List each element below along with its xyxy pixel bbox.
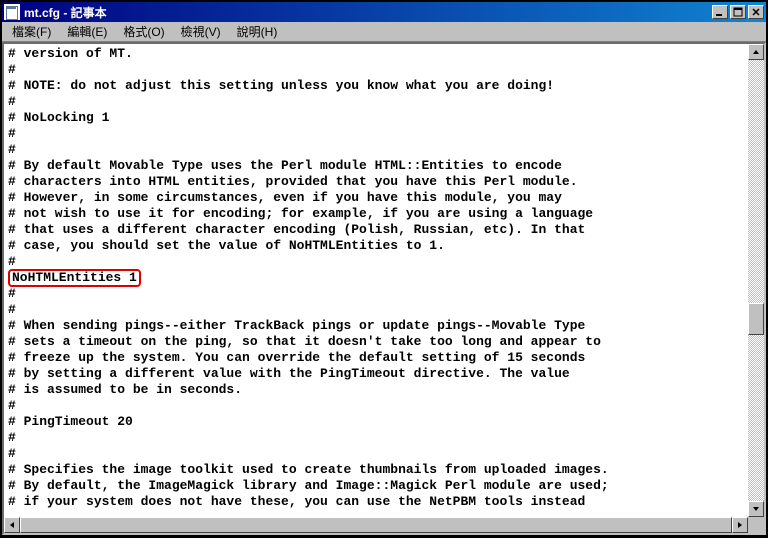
text-line: # <box>8 94 760 110</box>
maximize-button[interactable] <box>730 5 746 19</box>
text-line: # By default Movable Type uses the Perl … <box>8 158 760 174</box>
text-line: # <box>8 62 760 78</box>
notepad-icon <box>4 4 20 20</box>
text-line: # sets a timeout on the ping, so that it… <box>8 334 760 350</box>
text-line: # <box>8 286 760 302</box>
text-line: # NOTE: do not adjust this setting unles… <box>8 78 760 94</box>
close-button[interactable] <box>748 5 764 19</box>
text-line: # characters into HTML entities, provide… <box>8 174 760 190</box>
minimize-button[interactable] <box>712 5 728 19</box>
vscroll-thumb[interactable] <box>748 303 764 335</box>
text-line: # However, in some circumstances, even i… <box>8 190 760 206</box>
text-line: # freeze up the system. You can override… <box>8 350 760 366</box>
editor-area: # version of MT.## NOTE: do not adjust t… <box>2 42 766 535</box>
scroll-right-button[interactable] <box>732 517 748 533</box>
menu-file[interactable]: 檔案(F) <box>4 21 59 42</box>
highlighted-setting: NoHTMLEntities 1 <box>8 269 141 287</box>
hscroll-track[interactable] <box>20 517 732 533</box>
horizontal-scrollbar[interactable] <box>4 517 748 533</box>
text-content[interactable]: # version of MT.## NOTE: do not adjust t… <box>4 44 764 533</box>
notepad-window: mt.cfg - 記事本 檔案(F) 編輯(E) 格式(O) 檢視(V) 說明(… <box>1 1 767 536</box>
text-line: # Specifies the image toolkit used to cr… <box>8 462 760 478</box>
text-line: # case, you should set the value of NoHT… <box>8 238 760 254</box>
scroll-left-button[interactable] <box>4 517 20 533</box>
hscroll-thumb[interactable] <box>20 517 732 533</box>
window-title: mt.cfg - 記事本 <box>24 4 712 21</box>
vertical-scrollbar[interactable] <box>748 44 764 517</box>
text-line: # not wish to use it for encoding; for e… <box>8 206 760 222</box>
menu-view[interactable]: 檢視(V) <box>173 21 229 42</box>
scroll-up-button[interactable] <box>748 44 764 60</box>
text-line: # <box>8 126 760 142</box>
text-line: # that uses a different character encodi… <box>8 222 760 238</box>
titlebar[interactable]: mt.cfg - 記事本 <box>2 2 766 22</box>
text-line: # When sending pings--either TrackBack p… <box>8 318 760 334</box>
text-line: # <box>8 430 760 446</box>
window-controls <box>712 5 764 19</box>
menu-help[interactable]: 說明(H) <box>229 21 286 42</box>
menu-edit[interactable]: 編輯(E) <box>59 21 115 42</box>
menu-format[interactable]: 格式(O) <box>115 21 172 42</box>
text-line: # by setting a different value with the … <box>8 366 760 382</box>
text-line: # <box>8 446 760 462</box>
text-line: # <box>8 254 760 270</box>
vscroll-track[interactable] <box>748 60 764 501</box>
scroll-corner <box>748 517 764 533</box>
text-line: # version of MT. <box>8 46 760 62</box>
text-line: # if your system does not have these, yo… <box>8 494 760 510</box>
text-line: # <box>8 398 760 414</box>
text-line: # is assumed to be in seconds. <box>8 382 760 398</box>
menubar: 檔案(F) 編輯(E) 格式(O) 檢視(V) 說明(H) <box>2 22 766 42</box>
text-line: # NoLocking 1 <box>8 110 760 126</box>
text-line: # PingTimeout 20 <box>8 414 760 430</box>
text-line: # <box>8 142 760 158</box>
text-line: # <box>8 302 760 318</box>
text-line: # By default, the ImageMagick library an… <box>8 478 760 494</box>
scroll-down-button[interactable] <box>748 501 764 517</box>
